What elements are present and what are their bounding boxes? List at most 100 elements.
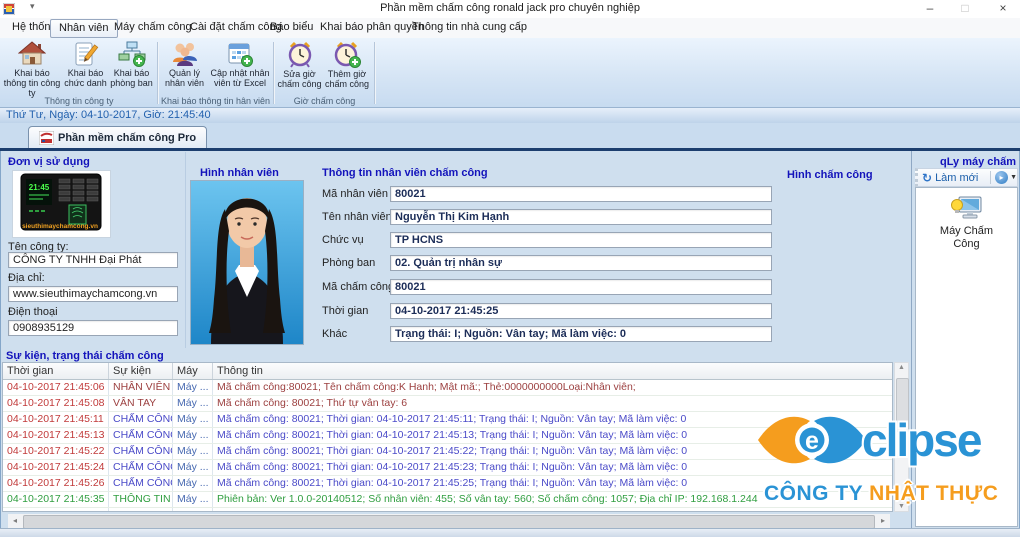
event-info: Mã chấm công: 80021; Thời gian: 04-10-20… [217, 445, 688, 457]
minimize-button[interactable]: – [915, 0, 945, 17]
phone-field[interactable]: 0908935129 [8, 320, 178, 336]
event-row[interactable]: 04-10-2017 21:45:08 VÂN TAY Máy ... Mã c… [3, 396, 892, 412]
horizontal-scrollbar[interactable]: ◂ ▸ [8, 514, 890, 529]
event-type: CHẤM CÔNG [109, 460, 173, 475]
event-type: CHẤM CÔNG [109, 412, 173, 427]
event-row[interactable]: 04-10-2017 21:45:13 CHẤM CÔNG Máy ... Mã… [3, 428, 892, 444]
document-tab-label: Phần mềm chấm công Pro [58, 131, 197, 144]
options-play-icon[interactable]: ▸ [995, 171, 1009, 184]
scroll-right-icon[interactable]: ▸ [876, 514, 890, 528]
ribbon-button-label: Khai báo phòng ban [110, 68, 153, 88]
ma-nhan-vien-label: Mã nhân viên [322, 188, 389, 200]
scroll-up-icon[interactable]: ▲ [895, 364, 908, 371]
phong-ban-field[interactable]: 02. Quản trị nhân sự [390, 255, 772, 271]
horizontal-scroll-thumb[interactable] [23, 515, 875, 529]
company-name-field[interactable]: CÔNG TY TNHH Đại Phát [8, 252, 178, 268]
chuc-vu-field[interactable]: TP HCNS [390, 232, 772, 248]
svg-text:sieuthimaychamcong.vn: sieuthimaychamcong.vn [22, 223, 98, 230]
vertical-scroll-thumb[interactable] [896, 378, 909, 432]
col-may[interactable]: Máy [173, 363, 213, 379]
col-thong-tin[interactable]: Thông tin [213, 363, 892, 379]
tab-divider-line [0, 148, 1020, 151]
khai-bao-thong-tin-cong-ty-button[interactable]: Khai báo thông tin công ty [2, 41, 62, 98]
event-type: CHẤM CÔNG [109, 476, 173, 491]
event-row[interactable]: 04-10-2017 21:45:35 THÔNG TIN Máy ... Ph… [3, 492, 892, 508]
event-time: 04-10-2017 21:45:11 [3, 412, 109, 427]
maximize-button[interactable]: □ [950, 0, 980, 17]
scroll-left-icon[interactable]: ◂ [8, 514, 22, 528]
ribbon-button-label: Cập nhật nhân viên từ Excel [210, 68, 270, 88]
event-machine: Máy ... [173, 460, 213, 475]
ribbon-button-label: Khai báo thông tin công ty [3, 68, 61, 98]
calendar-add-icon [228, 43, 253, 67]
col-thoi-gian[interactable]: Thời gian [3, 363, 109, 379]
ribbon-group-caption: Thông tin công ty [44, 96, 114, 106]
right-panel-divider [911, 151, 912, 529]
khai-bao-phong-ban-button[interactable]: Khai báo phòng ban [109, 41, 154, 93]
document-tab-strip: Phần mềm chấm công Pro [0, 123, 1020, 148]
ma-cham-cong-field[interactable]: 80021 [390, 279, 772, 295]
event-type: VÂN TAY [109, 396, 173, 411]
clock-icon [288, 41, 311, 68]
event-row[interactable]: 04-10-2017 21:45:26 CHẤM CÔNG Máy ... Mã… [3, 476, 892, 492]
event-time: 04-10-2017 21:45:24 [3, 460, 109, 475]
ribbon-group-caption: Khai báo thông tin hân viên [160, 96, 271, 106]
computer-bulb-icon [950, 196, 981, 219]
event-type: CHẤM CÔNG [109, 444, 173, 459]
date-time-bar: Thứ Tư, Ngày: 04-10-2017, Giờ: 21:45:40 [0, 108, 1020, 123]
ten-nhan-vien-label: Tên nhân viên [322, 211, 392, 223]
event-info: Mã chấm công: 80021; Thời gian: 04-10-20… [217, 413, 687, 425]
address-field[interactable]: www.sieuthimaychamcong.vn [8, 286, 178, 302]
document-tab-active[interactable]: Phần mềm chấm công Pro [28, 126, 208, 148]
event-machine: Máy ... [173, 412, 213, 427]
event-info: Phiên bản: Ver 1.0.0-20140512; Số nhân v… [217, 493, 758, 505]
thoi-gian-field[interactable]: 04-10-2017 21:45:25 [390, 303, 772, 319]
status-bar [0, 528, 1020, 537]
ma-nhan-vien-field[interactable]: 80021 [390, 186, 772, 202]
ten-nhan-vien-field[interactable]: Nguyễn Thị Kim Hạnh [390, 209, 772, 225]
col-su-kien[interactable]: Sự kiện [109, 363, 173, 379]
may-cham-cong-item[interactable]: Máy Chấm Công [916, 196, 1017, 251]
event-time: 04-10-2017 21:45:26 [3, 476, 109, 491]
khai-bao-chuc-danh-button[interactable]: Khai báo chức danh [63, 41, 108, 93]
org-chart-add-icon [118, 41, 145, 67]
event-row[interactable]: 04-10-2017 21:45:22 CHẤM CÔNG Máy ... Mã… [3, 444, 892, 460]
toolbar-separator [990, 171, 992, 184]
ma-cham-cong-label: Mã chấm công [322, 281, 395, 293]
panel-splitter[interactable] [185, 152, 186, 348]
cap-nhat-nhan-vien-tu-excel-button[interactable]: Cập nhật nhân viên từ Excel [209, 41, 271, 93]
employee-photo [190, 180, 304, 345]
quan-ly-nhan-vien-button[interactable]: Quản lý nhân viên [161, 41, 208, 93]
app-window: ▾ Phần mềm chấm công ronald jack pro chu… [0, 0, 1020, 537]
sua-gio-cham-cong-button[interactable]: Sửa giờ chấm công [277, 41, 322, 93]
options-caret-icon[interactable]: ▼ [1010, 174, 1017, 181]
event-time: 04-10-2017 21:45:35 [3, 492, 109, 507]
event-time: 04-10-2017 21:45:13 [3, 428, 109, 443]
ribbon-button-label: Khai báo chức danh [64, 68, 107, 88]
event-info: Mã chấm công: 80021; Thời gian: 04-10-20… [217, 477, 688, 489]
khac-field[interactable]: Trạng thái: I; Nguồn: Vân tay; Mã làm vi… [390, 326, 772, 342]
menu-bar: Hệ thống Nhân viên Máy chấm công Cài đặt… [0, 18, 1020, 39]
ribbon-button-label: Thêm giờ chấm công [324, 69, 370, 89]
tab-thong-tin-nha-cung-cap[interactable]: Thông tin nhà cung cấp [404, 19, 535, 36]
ribbon-button-label: Sửa giờ chấm công [277, 69, 322, 89]
event-row[interactable]: 04-10-2017 21:45:24 CHẤM CÔNG Máy ... Mã… [3, 460, 892, 476]
left-panel-header: Đơn vị sử dụng [8, 156, 90, 168]
event-row[interactable]: 04-10-2017 21:45:06 NHÂN VIÊN Máy ... Mã… [3, 380, 892, 396]
attendance-device-image: 21:45 sieuthimaychamcong.vn [12, 170, 111, 238]
events-table-header-row: Thời gian Sự kiện Máy Thông tin [3, 363, 892, 380]
ribbon-button-label: Quản lý nhân viên [164, 68, 205, 88]
may-cham-cong-label: Máy Chấm Công [939, 225, 994, 250]
refresh-button[interactable]: Làm mới [935, 172, 978, 184]
phone-label: Điện thoại [8, 306, 58, 318]
close-button[interactable]: × [988, 0, 1018, 17]
scroll-down-icon[interactable]: ▼ [895, 503, 908, 510]
event-info: Mã chấm công:80021; Tên chấm công:K Hanh… [217, 381, 636, 393]
title-bar: ▾ Phần mềm chấm công ronald jack pro chu… [0, 0, 1020, 18]
events-header: Sự kiện, trạng thái chấm công [6, 350, 164, 362]
event-row[interactable]: 04-10-2017 21:45:11 CHẤM CÔNG Máy ... Mã… [3, 412, 892, 428]
event-time: 04-10-2017 21:45:22 [3, 444, 109, 459]
them-gio-cham-cong-button[interactable]: Thêm giờ chấm công [323, 41, 371, 93]
thoi-gian-label: Thời gian [322, 305, 369, 317]
vertical-scrollbar[interactable]: ▲ ▼ [894, 362, 909, 512]
